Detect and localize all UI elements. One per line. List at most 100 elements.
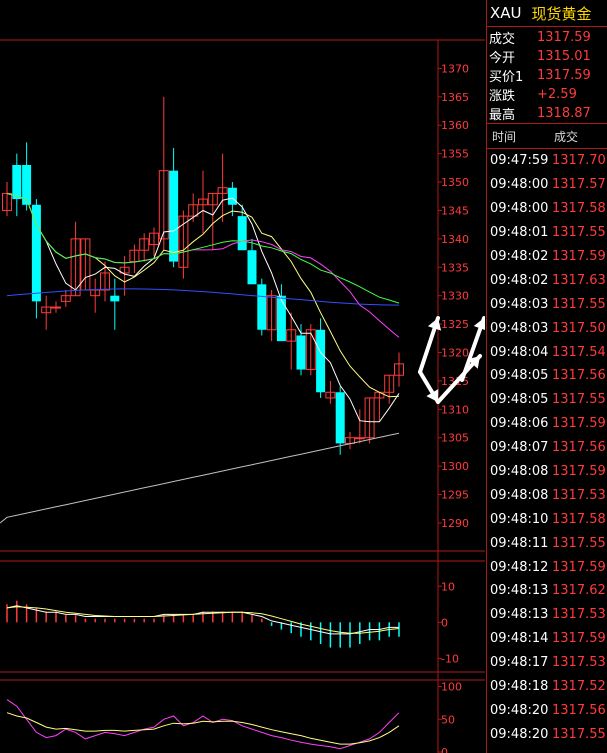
quote-value: 1317.59: [537, 30, 591, 45]
tick-row[interactable]: 09:48:01 1317.55: [487, 221, 607, 245]
tick-row[interactable]: 09:48:08 1317.53: [487, 483, 607, 507]
tick-time: 09:48:12: [490, 559, 549, 575]
tick-time: 09:48:20: [490, 726, 549, 742]
tick-price: 1317.70: [552, 153, 606, 169]
macd-axis-tick-label: 0: [441, 616, 448, 629]
quote-label: 买价1: [489, 70, 524, 85]
ticks-header: 时间 成交: [487, 123, 607, 149]
tick-row[interactable]: 09:48:03 1317.55: [487, 292, 607, 316]
tick-time: 09:48:11: [490, 535, 549, 551]
quote-row-bid: 买价1 1317.59: [487, 66, 607, 85]
symbol-code: XAU: [490, 4, 522, 22]
tick-row[interactable]: 09:48:11 1317.55: [487, 531, 607, 555]
tick-price: 1317.55: [552, 296, 606, 312]
tick-time: 09:48:08: [490, 487, 549, 503]
tick-row[interactable]: 09:48:13 1317.62: [487, 579, 607, 603]
tick-price: 1317.59: [552, 416, 606, 432]
tick-price: 1317.59: [552, 464, 606, 480]
tick-row[interactable]: 09:48:10 1317.58: [487, 507, 607, 531]
price-axis-tick-label: 1360: [441, 119, 469, 132]
osc-axis-tick-label: 50: [441, 713, 455, 726]
tick-row[interactable]: 09:48:20 1317.56: [487, 698, 607, 722]
tick-price: 1317.59: [552, 249, 606, 264]
tick-row[interactable]: 09:48:02 1317.59: [487, 245, 607, 269]
osc-axis-tick-label: 100: [441, 681, 462, 694]
candle-body: [316, 329, 326, 393]
kline-chart[interactable]: 1370 1365 1360 1355 1350 1345 1340 1335 1330 1325…: [0, 0, 485, 753]
candle-body: [31, 204, 41, 302]
kline-chart-area[interactable]: 1370 1365 1360 1355 1350 1345 1340 1335 1330 1325…: [0, 0, 485, 753]
candle-body: [110, 295, 120, 302]
quote-panel: XAU 现货黄金 成交 1317.59 今开 1315.01 买价1 1317.59 …: [486, 0, 607, 753]
quote-label: 最高: [489, 108, 516, 123]
tick-price: 1317.56: [552, 702, 606, 718]
tick-time: 09:48:18: [490, 679, 549, 695]
tick-row[interactable]: 09:48:20 1317.55: [487, 722, 607, 746]
tick-row[interactable]: 09:48:08 1317.59: [487, 460, 607, 484]
tick-price: 1317.59: [552, 631, 606, 647]
quote-value: 1315.01: [537, 49, 591, 64]
tick-row[interactable]: 09:47:59 1317.70: [487, 149, 607, 173]
candle-body: [296, 335, 306, 370]
tick-time: 09:48:04: [490, 344, 549, 360]
osc-line-2: [6, 712, 400, 745]
tick-price: 1317.63: [552, 272, 606, 288]
tick-time: 09:48:07: [490, 440, 549, 456]
candle-body: [12, 165, 22, 200]
tick-row[interactable]: 09:48:06 1317.59: [487, 412, 607, 436]
price-axis-tick-label: 1365: [441, 91, 469, 104]
tick-row[interactable]: 09:48:07 1317.56: [487, 436, 607, 460]
tick-time: 09:48:02: [490, 249, 549, 264]
price-axis-tick-label: 1335: [441, 261, 469, 274]
candle-body: [276, 295, 286, 342]
quote-list: 成交 1317.59 今开 1315.01 买价1 1317.59 涨跌 +2.59 最…: [487, 27, 607, 123]
tick-price: 1317.55: [552, 225, 606, 241]
tick-row[interactable]: 09:48:05 1317.55: [487, 388, 607, 412]
ticks-time-header: 时间: [492, 129, 517, 144]
tick-row[interactable]: 09:48:00 1317.57: [487, 173, 607, 197]
tick-row[interactable]: 09:48:12 1317.59: [487, 555, 607, 579]
price-axis-tick-label: 1345: [441, 204, 469, 217]
price-axis-tick-label: 1340: [441, 233, 469, 246]
tick-price: 1317.55: [552, 392, 606, 408]
tick-price: 1317.50: [552, 320, 606, 336]
price-axis-tick-label: 1305: [441, 432, 469, 445]
tick-time: 09:48:14: [490, 631, 549, 647]
tick-list[interactable]: 09:47:59 1317.70 09:48:00 1317.57 09:48:00 13…: [487, 149, 607, 746]
tick-row[interactable]: 09:48:05 1317.56: [487, 364, 607, 388]
quote-label: 成交: [489, 32, 516, 47]
price-axis-tick-label: 1310: [441, 403, 469, 416]
tick-price: 1317.58: [552, 201, 606, 217]
quote-value: 1318.87: [537, 106, 591, 121]
tick-price: 1317.58: [552, 511, 606, 527]
tick-row[interactable]: 09:48:13 1317.53: [487, 603, 607, 627]
price-axis-tick-label: 1320: [441, 347, 469, 360]
price-axis-tick-label: 1300: [441, 460, 469, 473]
tick-row[interactable]: 09:48:04 1317.54: [487, 340, 607, 364]
tick-row[interactable]: 09:48:14 1317.59: [487, 627, 607, 651]
quote-row-open: 今开 1315.01: [487, 47, 607, 66]
tick-price: 1317.53: [552, 607, 606, 623]
tick-price: 1317.55: [552, 726, 606, 742]
tick-price: 1317.53: [552, 655, 606, 671]
candle-body: [257, 284, 267, 330]
tick-price: 1317.62: [552, 583, 606, 599]
candle-body: [169, 170, 179, 262]
quote-label: 涨跌: [489, 89, 516, 104]
tick-row[interactable]: 09:48:18 1317.52: [487, 675, 607, 699]
quote-row-high: 最高 1318.87: [487, 104, 607, 123]
tick-row[interactable]: 09:48:00 1317.58: [487, 197, 607, 221]
tick-time: 09:48:13: [490, 583, 549, 599]
tick-time: 09:48:10: [490, 511, 549, 527]
quote-value: 1317.59: [537, 68, 591, 83]
tick-row[interactable]: 09:48:03 1317.50: [487, 316, 607, 340]
quote-label: 今开: [489, 51, 516, 66]
quote-row-last: 成交 1317.59: [487, 28, 607, 47]
tick-time: 09:48:05: [490, 392, 549, 408]
tick-row[interactable]: 09:48:17 1317.53: [487, 651, 607, 675]
tick-row[interactable]: 09:48:02 1317.63: [487, 268, 607, 292]
price-axis-tick-label: 1370: [441, 62, 469, 75]
symbol-header: XAU 现货黄金: [487, 0, 607, 27]
ma-line-6: [0, 432, 400, 524]
osc-axis-tick-label: 0: [441, 746, 448, 753]
